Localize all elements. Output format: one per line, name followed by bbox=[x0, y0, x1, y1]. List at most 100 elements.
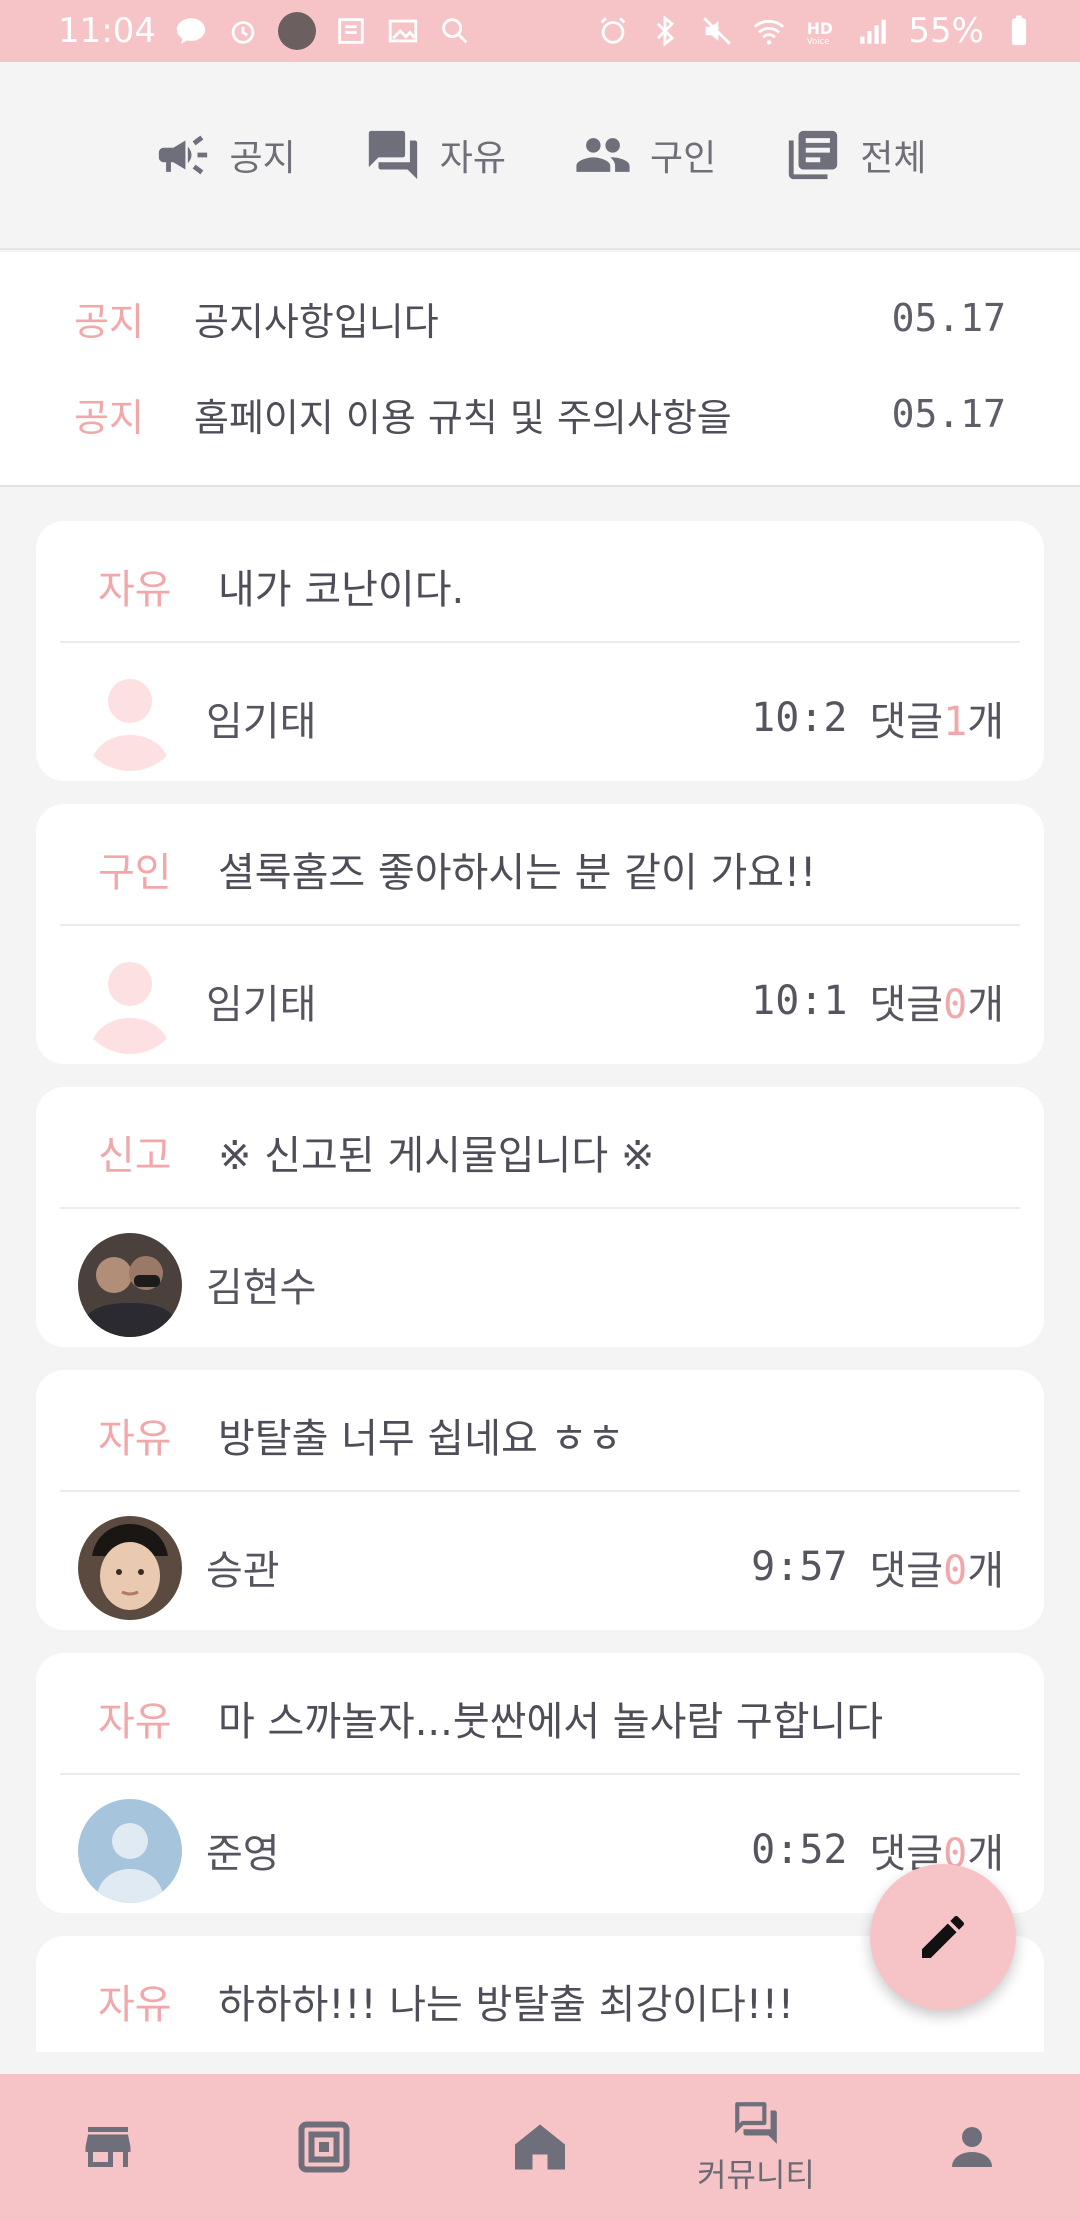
tab-notice-label: 공지 bbox=[229, 138, 296, 179]
nav-store[interactable] bbox=[8, 2074, 208, 2220]
post-title: 마 스까놀자...붓싼에서 놀사람 구합니다 bbox=[218, 1699, 884, 1745]
comment-label: 댓글 bbox=[869, 699, 944, 745]
post-header: 구인 셜록홈즈 좋아하시는 분 같이 가요!! bbox=[36, 804, 1044, 924]
photo-avatar-icon bbox=[78, 1233, 182, 1337]
post-category: 자유 bbox=[98, 1699, 172, 1745]
nav-community[interactable]: 커뮤니티 bbox=[656, 2074, 856, 2220]
nav-profile[interactable] bbox=[872, 2074, 1072, 2220]
tab-free[interactable]: 자유 bbox=[364, 126, 506, 184]
avatar bbox=[78, 1799, 182, 1903]
notice-title: 홈페이지 이용 규칙 및 주의사항을 bbox=[194, 395, 732, 440]
post-card[interactable]: 구인 셜록홈즈 좋아하시는 분 같이 가요!! 임기태 10:1 댓글0개 bbox=[36, 804, 1044, 1064]
post-title: 방탈출 너무 쉽네요 ㅎㅎ bbox=[218, 1416, 625, 1462]
news-icon bbox=[334, 14, 368, 48]
avatar bbox=[78, 1233, 182, 1337]
battery-icon bbox=[1002, 14, 1036, 48]
notice-item[interactable]: 공지 홈페이지 이용 규칙 및 주의사항을 05.17 bbox=[0, 384, 1080, 444]
home-icon bbox=[515, 2124, 565, 2170]
megaphone-icon bbox=[158, 135, 207, 175]
nav-home[interactable] bbox=[440, 2074, 640, 2220]
signal-icon bbox=[856, 14, 890, 48]
post-author: 김현수 bbox=[206, 1265, 317, 1311]
tab-free-label: 자유 bbox=[439, 138, 506, 179]
post-time: 0:52 bbox=[751, 1827, 848, 1873]
post-category: 자유 bbox=[98, 1982, 172, 2028]
status-avatar-icon bbox=[277, 12, 316, 50]
post-time: 9:57 bbox=[751, 1544, 848, 1590]
notice-list: 공지 공지사항입니다 05.17 공지 홈페이지 이용 규칙 및 주의사항을 0… bbox=[0, 252, 1080, 487]
post-header: 신고 ※ 신고된 게시물입니다 ※ bbox=[36, 1087, 1044, 1207]
store-icon bbox=[85, 2127, 131, 2167]
mute-icon bbox=[700, 14, 734, 48]
post-author: 승관 bbox=[206, 1548, 280, 1594]
svg-text:Voice: Voice bbox=[807, 37, 830, 47]
post-category: 자유 bbox=[98, 567, 172, 613]
list-icon bbox=[789, 130, 838, 180]
alarm-clock-icon bbox=[226, 14, 260, 48]
post-meta: 승관 9:57 댓글0개 bbox=[36, 1492, 1044, 1630]
comment-unit: 개 bbox=[967, 1548, 1004, 1594]
post-time: 10:2 bbox=[751, 695, 848, 741]
people-icon bbox=[576, 138, 630, 172]
notice-tag: 공지 bbox=[74, 299, 144, 344]
post-header: 자유 내가 코난이다. bbox=[36, 521, 1044, 641]
post-card[interactable]: 자유 방탈출 너무 쉽네요 ㅎㅎ 승관 9:57 댓글0개 bbox=[36, 1370, 1044, 1630]
notice-item[interactable]: 공지 공지사항입니다 05.17 bbox=[0, 288, 1080, 348]
post-stats: 9:57 댓글0개 bbox=[751, 1538, 1004, 1596]
post-time: 10:1 bbox=[751, 978, 848, 1024]
tab-all-label: 전체 bbox=[860, 138, 927, 179]
notice-date: 05.17 bbox=[891, 392, 1006, 436]
status-time: 11:04 bbox=[58, 11, 156, 51]
pencil-icon bbox=[922, 1915, 965, 1958]
notice-tag: 공지 bbox=[74, 395, 144, 440]
default-avatar-icon bbox=[78, 950, 182, 1054]
chat-icon bbox=[368, 130, 417, 180]
tab-recruit[interactable]: 구인 bbox=[574, 126, 716, 184]
avatar bbox=[78, 950, 182, 1054]
status-bar: 11:04 HD Voice 55% bbox=[0, 0, 1080, 62]
post-card[interactable]: 자유 마 스까놀자...붓싼에서 놀사람 구합니다 준영 0:52 댓글0개 bbox=[36, 1653, 1044, 1913]
svg-text:HD: HD bbox=[807, 20, 833, 38]
frame-icon bbox=[298, 2121, 350, 2173]
comment-label: 댓글 bbox=[869, 1548, 944, 1594]
comment-info: 댓글0개 bbox=[869, 972, 1004, 1030]
post-category: 구인 bbox=[98, 850, 172, 896]
bluetooth-icon bbox=[648, 14, 682, 48]
category-tabs: 공지 자유 구인 전체 bbox=[0, 62, 1080, 250]
post-title: ※ 신고된 게시물입니다 ※ bbox=[218, 1133, 655, 1179]
avatar bbox=[78, 667, 182, 771]
comment-count: 0 bbox=[943, 1548, 968, 1594]
tab-recruit-label: 구인 bbox=[650, 138, 717, 179]
comment-info: 댓글1개 bbox=[869, 689, 1004, 747]
comment-label: 댓글 bbox=[869, 982, 944, 1028]
post-list[interactable]: 자유 내가 코난이다. 임기태 10:2 댓글1개 구인 셜록홈즈 좋아하시는 … bbox=[0, 487, 1080, 2052]
status-bar-left: 11:04 bbox=[58, 11, 472, 51]
default-avatar-icon bbox=[78, 667, 182, 771]
alarm-icon bbox=[596, 14, 630, 48]
post-card[interactable]: 자유 내가 코난이다. 임기태 10:2 댓글1개 bbox=[36, 521, 1044, 781]
avatar bbox=[78, 1516, 182, 1620]
comment-unit: 개 bbox=[967, 699, 1004, 745]
comment-count: 1 bbox=[943, 699, 968, 745]
notice-title: 공지사항입니다 bbox=[194, 299, 439, 344]
post-card[interactable]: 신고 ※ 신고된 게시물입니다 ※ 김현수 bbox=[36, 1087, 1044, 1347]
post-title: 셜록홈즈 좋아하시는 분 같이 가요!! bbox=[218, 850, 817, 896]
post-author: 준영 bbox=[206, 1831, 280, 1877]
notice-date: 05.17 bbox=[891, 296, 1006, 340]
post-header: 자유 방탈출 너무 쉽네요 ㅎㅎ bbox=[36, 1370, 1044, 1490]
comment-info: 댓글0개 bbox=[869, 1538, 1004, 1596]
nav-frame[interactable] bbox=[224, 2074, 424, 2220]
post-meta: 임기태 10:2 댓글1개 bbox=[36, 643, 1044, 781]
comment-count: 0 bbox=[943, 982, 968, 1028]
post-stats: 10:1 댓글0개 bbox=[751, 972, 1004, 1030]
post-author: 임기태 bbox=[206, 699, 317, 745]
hd-voice-icon: HD Voice bbox=[804, 14, 838, 48]
write-post-button[interactable] bbox=[870, 1864, 1016, 2010]
tab-notice[interactable]: 공지 bbox=[154, 126, 296, 184]
post-meta: 임기태 10:1 댓글0개 bbox=[36, 926, 1044, 1064]
post-category: 자유 bbox=[98, 1416, 172, 1462]
post-header: 자유 마 스까놀자...붓싼에서 놀사람 구합니다 bbox=[36, 1653, 1044, 1773]
nav-community-label: 커뮤니티 bbox=[697, 2156, 815, 2194]
bottom-nav: 커뮤니티 bbox=[0, 2074, 1080, 2220]
tab-all[interactable]: 전체 bbox=[784, 126, 927, 184]
